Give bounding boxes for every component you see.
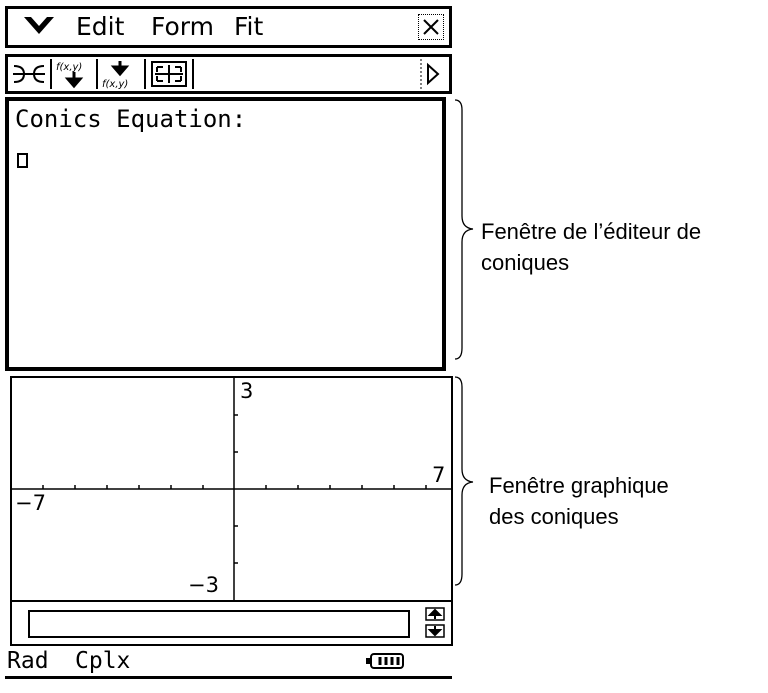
main-menu-chevron-icon[interactable] [22,14,56,38]
status-bar: Rad Cplx [5,646,452,679]
editor-callout: Fenêtre de l’éditeur de coniques [481,216,701,278]
menu-bar: Edit Form Fit [5,6,452,48]
graph-brace [454,376,474,586]
menu-form[interactable]: Form [151,13,214,41]
battery-icon [365,652,405,670]
arrow-up-icon [425,607,445,621]
store-function-icon: f(x,y) [56,62,84,89]
graph-callout-line1: Fenêtre graphique [489,473,669,498]
entry-input[interactable] [28,610,410,638]
input-cursor[interactable] [17,153,28,168]
entry-bar [10,600,453,646]
graph-axes [12,378,451,600]
editor-callout-line2: coniques [481,250,570,275]
recall-function-button[interactable]: f(x,y) [96,59,144,89]
menu-edit[interactable]: Edit [76,13,124,41]
editor-title: Conics Equation: [15,105,247,133]
store-function-button[interactable]: f(x,y) [50,59,96,89]
chevron-right-icon [420,59,440,89]
close-icon [423,19,439,35]
scroll-down-button[interactable] [425,623,445,638]
intersection-icon [13,65,45,83]
recall-function-label: f(x,y) [102,79,128,89]
x-max-label: 7 [432,463,446,487]
angle-mode: Rad [7,648,49,674]
recall-function-icon: f(x,y) [102,61,130,89]
toolbar: f(x,y) f(x,y) [5,54,452,94]
intersection-button[interactable] [10,59,48,89]
close-button[interactable] [418,14,444,40]
zoom-fit-button[interactable] [144,59,194,89]
scroll-up-button[interactable] [425,606,445,621]
x-min-label: −7 [15,491,46,515]
classpad-screen: Edit Form Fit f(x,y) f(x,y) Conics Equat… [5,6,453,685]
graph-callout-line2: des coniques [489,504,619,529]
zoom-fit-icon [151,61,187,87]
graph-callout: Fenêtre graphique des coniques [489,470,669,532]
complex-mode: Cplx [75,648,131,674]
y-max-label: 3 [240,379,254,403]
editor-brace [454,99,474,360]
editor-callout-line1: Fenêtre de l’éditeur de [481,219,702,244]
store-function-label: f(x,y) [56,62,82,73]
y-min-label: −3 [188,573,219,597]
conics-graph-window[interactable]: 3 −3 7 −7 [10,376,453,602]
toolbar-more-button[interactable] [419,59,445,89]
conics-editor-window[interactable]: Conics Equation: [5,97,446,371]
menu-fit[interactable]: Fit [234,13,263,41]
arrow-down-icon [425,624,445,638]
